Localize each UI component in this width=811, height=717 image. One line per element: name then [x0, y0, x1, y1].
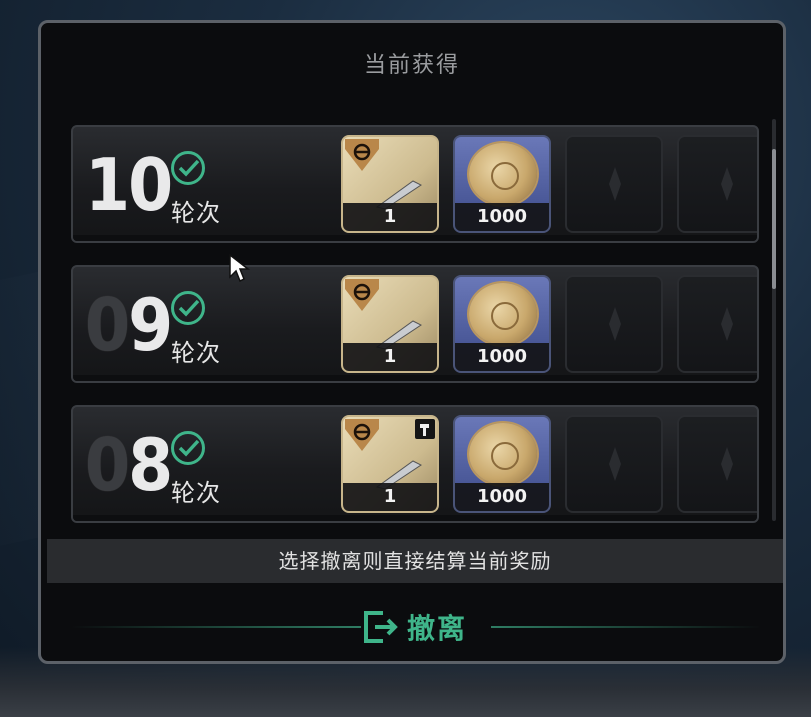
reward-coin-slot[interactable]: 1000 — [453, 135, 551, 233]
hammer-icon — [415, 419, 435, 439]
reward-item-slot[interactable]: 1 — [341, 135, 439, 233]
mouse-cursor-icon — [229, 253, 250, 283]
round-number: 10 — [85, 143, 173, 227]
diamond-emblem-icon — [609, 167, 621, 201]
round-digit: 8 — [128, 423, 173, 507]
round-row: 10 轮次 1 1000 — [71, 125, 759, 243]
round-label: 轮次 — [171, 199, 221, 227]
coin-icon — [469, 423, 537, 485]
round-row: 09 轮次 1 1000 — [71, 265, 759, 383]
round-digit: 0 — [128, 143, 173, 227]
coin-icon — [469, 283, 537, 345]
scrollbar[interactable] — [772, 119, 776, 521]
round-number: 09 — [85, 283, 173, 367]
exit-door-icon — [364, 611, 398, 643]
rounds-list[interactable]: 10 轮次 1 1000 09 轮次 1 1000 08 轮次 1 1000 — [71, 125, 761, 527]
round-digit: 0 — [85, 283, 130, 367]
coin-icon — [469, 143, 537, 205]
rewards-panel: 当前获得 10 轮次 1 1000 09 轮次 1 1000 08 轮次 1 1000 选择撤离则直接… — [38, 20, 786, 664]
footer-message: 选择撤离则直接结算当前奖励 — [47, 539, 783, 583]
divider-left — [71, 626, 361, 628]
round-number: 08 — [85, 423, 173, 507]
reward-empty-slot — [565, 275, 663, 373]
round-label: 轮次 — [171, 479, 221, 507]
reward-coin-slot[interactable]: 1000 — [453, 415, 551, 513]
reward-count: 1 — [343, 483, 437, 511]
reward-item-slot[interactable]: 1 — [341, 275, 439, 373]
round-digit: 1 — [85, 143, 130, 227]
panel-title: 当前获得 — [363, 53, 460, 78]
diamond-emblem-icon — [721, 167, 733, 201]
diamond-emblem-icon — [721, 447, 733, 481]
reward-empty-slot — [677, 275, 757, 373]
round-digit: 0 — [85, 423, 130, 507]
round-row: 08 轮次 1 1000 — [71, 405, 759, 523]
item-rarity-badge-icon — [345, 139, 379, 171]
item-rarity-badge-icon — [345, 279, 379, 311]
check-circle-icon — [171, 291, 205, 325]
reward-empty-slot — [677, 135, 757, 233]
reward-count: 1 — [343, 343, 437, 371]
item-rarity-badge-icon — [345, 419, 379, 451]
check-circle-icon — [171, 151, 205, 185]
scrollbar-thumb[interactable] — [772, 149, 776, 289]
reward-count: 1000 — [455, 343, 549, 371]
diamond-emblem-icon — [609, 447, 621, 481]
check-circle-icon — [171, 431, 205, 465]
reward-empty-slot — [565, 135, 663, 233]
divider-right — [491, 626, 761, 628]
diamond-emblem-icon — [609, 307, 621, 341]
round-label: 轮次 — [171, 339, 221, 367]
reward-count: 1 — [343, 203, 437, 231]
reward-empty-slot — [565, 415, 663, 513]
reward-empty-slot — [677, 415, 757, 513]
diamond-emblem-icon — [721, 307, 733, 341]
leave-button[interactable]: 撤离 — [361, 605, 481, 649]
reward-coin-slot[interactable]: 1000 — [453, 275, 551, 373]
reward-count: 1000 — [455, 203, 549, 231]
reward-item-slot[interactable]: 1 — [341, 415, 439, 513]
round-digit: 9 — [128, 283, 173, 367]
reward-count: 1000 — [455, 483, 549, 511]
leave-button-label: 撤离 — [407, 612, 468, 645]
